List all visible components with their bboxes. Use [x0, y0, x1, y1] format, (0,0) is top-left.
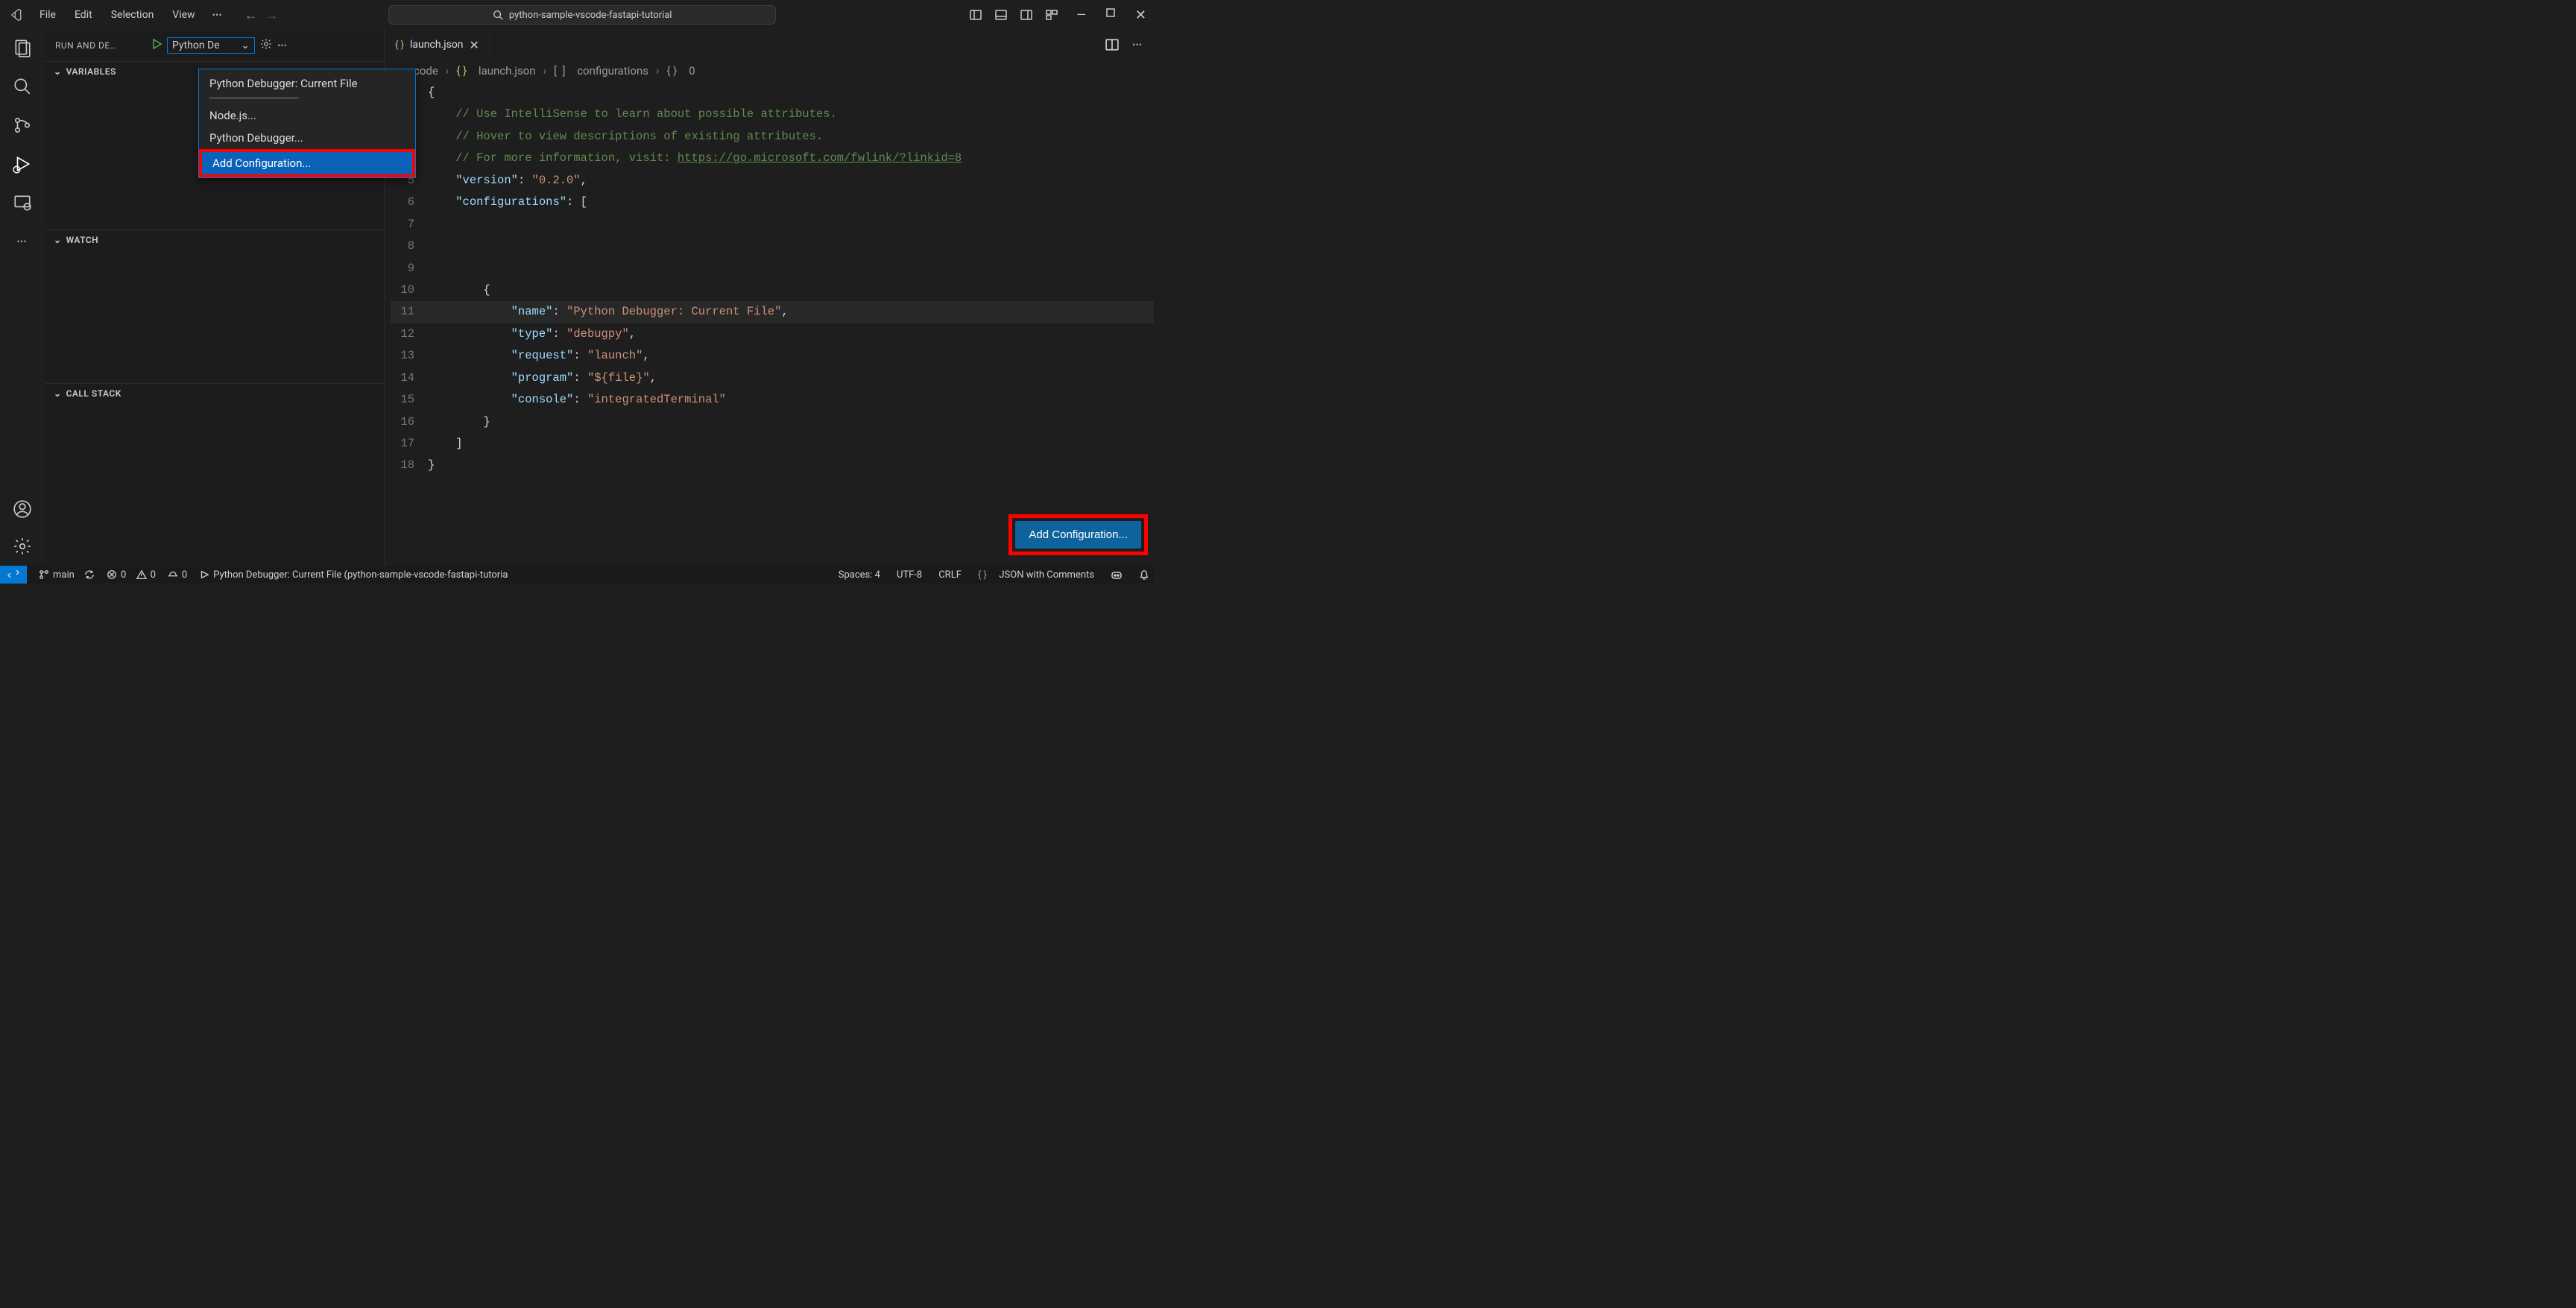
dropdown-node[interactable]: Node.js...	[199, 104, 415, 127]
dropdown-current[interactable]: Python Debugger: Current File	[199, 72, 415, 95]
breadcrumb-configurations[interactable]: [ ] configurations	[554, 64, 648, 78]
status-debug-target[interactable]: Python Debugger: Current File (python-sa…	[199, 569, 508, 581]
code-line-5[interactable]: 5 "version": "0.2.0",	[391, 170, 1154, 192]
open-launch-json-icon[interactable]	[259, 37, 273, 54]
code-line-13[interactable]: 13 "request": "launch",	[391, 345, 1154, 367]
dropdown-python-debugger[interactable]: Python Debugger...	[199, 127, 415, 149]
menu-file[interactable]: File	[32, 6, 63, 24]
code-line-14[interactable]: 14 "program": "${file}",	[391, 367, 1154, 389]
code-line-7[interactable]: 7	[391, 214, 1154, 236]
code-line-11[interactable]: 11 "name": "Python Debugger: Current Fil…	[391, 301, 1154, 323]
tab-label: launch.json	[410, 39, 464, 51]
code-line-4[interactable]: 4 // For more information, visit: https:…	[391, 148, 1154, 169]
panel-more-icon[interactable]: ⋯	[277, 40, 288, 51]
editor: { } launch.json ✕ ⋯ .vscode › { } launch…	[385, 30, 1154, 566]
debug-config-select[interactable]: Python De ⌄	[167, 37, 255, 54]
status-problems[interactable]: 0 0	[107, 569, 156, 581]
command-center-text: python-sample-vscode-fastapi-tutorial	[509, 10, 672, 21]
layout-panel-icon[interactable]	[995, 9, 1007, 21]
code-line-9[interactable]: 9	[391, 258, 1154, 279]
activity-more-icon[interactable]: ⋯	[12, 231, 33, 252]
tab-close-icon[interactable]: ✕	[470, 38, 479, 52]
dropdown-add-configuration[interactable]: Add Configuration...	[199, 149, 415, 177]
add-configuration-button[interactable]: Add Configuration...	[1015, 521, 1141, 549]
tab-launch-json[interactable]: { } launch.json ✕	[385, 30, 490, 60]
code-line-2[interactable]: 2 // Use IntelliSense to learn about pos…	[391, 104, 1154, 125]
status-notifications-icon[interactable]	[1139, 569, 1149, 580]
title-bar: File Edit Selection View ⋯ ← → python-sa…	[0, 0, 1154, 30]
code-line-15[interactable]: 15 "console": "integratedTerminal"	[391, 389, 1154, 411]
chevron-down-icon: ⌄	[54, 66, 62, 77]
layout-sidebar-right-icon[interactable]	[1020, 9, 1032, 21]
menu-edit[interactable]: Edit	[67, 6, 100, 24]
command-center[interactable]: python-sample-vscode-fastapi-tutorial	[388, 5, 776, 25]
menu-overflow-icon[interactable]: ⋯	[206, 7, 230, 24]
panel-title: RUN AND DE…	[55, 40, 145, 51]
section-watch[interactable]: ⌄WATCH	[45, 230, 384, 250]
activity-accounts-icon[interactable]	[12, 499, 33, 519]
code-line-12[interactable]: 12 "type": "debugpy",	[391, 323, 1154, 345]
status-bar: main 0 0 0 Python Debugger: Current File…	[0, 566, 1154, 584]
debug-config-label: Python De	[172, 40, 220, 51]
menu-view[interactable]: View	[165, 6, 202, 24]
status-language[interactable]: { } JSON with Comments	[978, 569, 1094, 581]
window-close-icon[interactable]: ✕	[1135, 7, 1146, 23]
status-branch[interactable]: main	[39, 569, 95, 581]
chevron-down-icon: ⌄	[54, 235, 62, 245]
activity-source-control-icon[interactable]	[12, 115, 33, 136]
search-icon	[493, 10, 503, 20]
code-line-6[interactable]: 6 "configurations": [	[391, 192, 1154, 213]
remote-indicator-icon[interactable]	[0, 566, 27, 584]
activity-remote-explorer-icon[interactable]	[12, 192, 33, 213]
code-line-10[interactable]: 10 {	[391, 279, 1154, 301]
section-callstack[interactable]: ⌄CALL STACK	[45, 384, 384, 403]
vscode-logo-icon	[9, 8, 22, 22]
breadcrumb[interactable]: .vscode › { } launch.json › [ ] configur…	[385, 60, 1154, 82]
status-copilot-icon[interactable]	[1111, 569, 1123, 581]
activity-run-debug-icon[interactable]	[12, 154, 33, 174]
debug-config-dropdown: Python Debugger: Current File Node.js...…	[198, 69, 416, 178]
window-minimize-icon[interactable]: —	[1076, 7, 1086, 23]
activity-search-icon[interactable]	[12, 76, 33, 97]
nav-back-icon[interactable]: ←	[244, 7, 258, 23]
breadcrumb-file[interactable]: { } launch.json	[456, 64, 535, 78]
code-line-16[interactable]: 16 }	[391, 411, 1154, 433]
activity-bar: ⋯	[0, 30, 45, 566]
code-line-17[interactable]: 17 ]	[391, 433, 1154, 455]
status-eol[interactable]: CRLF	[938, 569, 962, 581]
activity-explorer-icon[interactable]	[12, 37, 33, 58]
status-ports[interactable]: 0	[168, 569, 187, 581]
split-editor-icon[interactable]	[1105, 38, 1119, 51]
breadcrumb-index[interactable]: { } 0	[666, 64, 695, 78]
activity-settings-icon[interactable]	[12, 536, 33, 557]
status-encoding[interactable]: UTF-8	[897, 569, 922, 581]
nav-forward-icon[interactable]: →	[265, 7, 279, 23]
layout-sidebar-left-icon[interactable]	[970, 9, 982, 21]
editor-more-icon[interactable]: ⋯	[1132, 40, 1143, 51]
start-debug-icon[interactable]	[151, 38, 162, 53]
chevron-down-icon: ⌄	[54, 388, 62, 399]
tab-bar: { } launch.json ✕ ⋯	[385, 30, 1154, 60]
chevron-down-icon: ⌄	[241, 40, 250, 51]
json-file-icon: { }	[395, 40, 404, 51]
code-line-3[interactable]: 3 // Hover to view descriptions of exist…	[391, 126, 1154, 148]
sync-icon[interactable]	[84, 569, 95, 580]
code-line-1[interactable]: 1{	[391, 82, 1154, 104]
add-configuration-highlight: Add Configuration...	[1008, 514, 1148, 555]
layout-customize-icon[interactable]	[1046, 9, 1058, 21]
code-line-18[interactable]: 18}	[391, 455, 1154, 476]
code-editor[interactable]: 1{2 // Use IntelliSense to learn about p…	[385, 82, 1154, 477]
code-line-8[interactable]: 8	[391, 236, 1154, 257]
status-spaces[interactable]: Spaces: 4	[839, 569, 880, 581]
menu-selection[interactable]: Selection	[104, 6, 162, 24]
window-maximize-icon[interactable]	[1105, 7, 1116, 18]
